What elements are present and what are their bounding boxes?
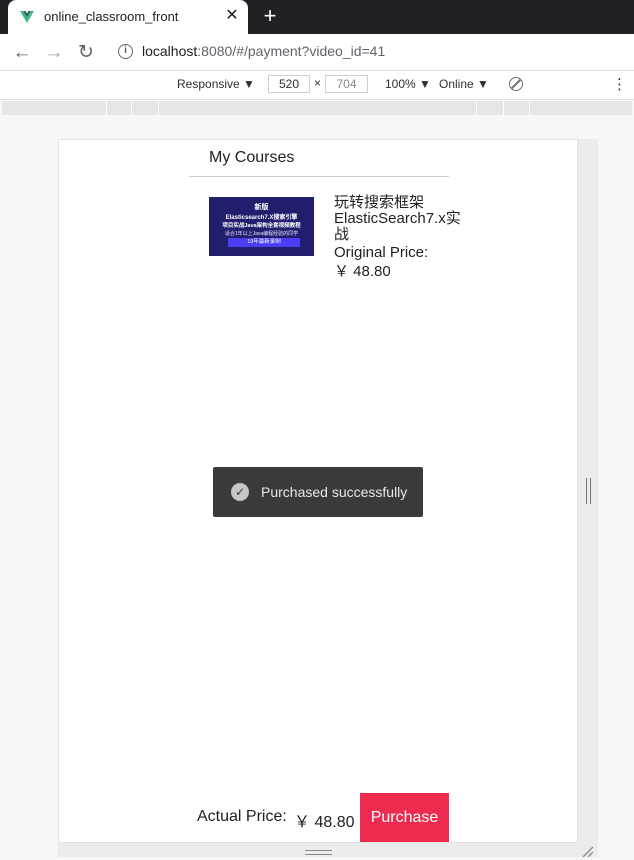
page-viewport: My Courses 新版 Elasticsearch7.X搜索引擎 项目实战J…: [58, 139, 578, 843]
new-tab-icon[interactable]: +: [258, 4, 282, 28]
toast-message: Purchased successfully: [261, 484, 408, 500]
device-select[interactable]: Responsive ▼: [177, 77, 255, 91]
device-toolbar: Responsive ▼ 520 × 704 100% ▼ Online ▼ ⋮: [0, 71, 634, 100]
height-resize-handle[interactable]: [305, 850, 332, 855]
course-title: 玩转搜索框架ElasticSearch7.x实战: [334, 194, 461, 243]
header-divider: [189, 176, 449, 177]
width-resize-handle[interactable]: [586, 478, 591, 504]
thumbnail-text-2: Elasticsearch7.X搜索引擎: [225, 215, 298, 221]
original-price-label: Original Price:: [334, 244, 429, 261]
tab-strip: online_classroom_front ✕ +: [0, 0, 634, 34]
rotate-icon[interactable]: [509, 77, 523, 91]
thumbnail-text-3: 项目实战Java架构全套视频教程: [222, 223, 301, 229]
thumbnail-text-1: 新版: [254, 204, 269, 211]
actual-price-label: Actual Price:: [197, 808, 287, 825]
success-toast: ✓ Purchased successfully: [213, 467, 423, 517]
browser-tab[interactable]: online_classroom_front ✕: [8, 0, 248, 34]
reload-icon[interactable]: ↻: [74, 42, 98, 64]
media-query-ruler[interactable]: [2, 101, 632, 115]
vue-logo-icon: [20, 11, 34, 23]
dimension-separator: ×: [314, 76, 322, 90]
original-price-value: ￥ 48.80: [334, 263, 391, 280]
purchase-button[interactable]: Purchase: [360, 793, 449, 842]
forward-icon[interactable]: →: [42, 42, 66, 64]
more-options-icon[interactable]: ⋮: [612, 76, 627, 94]
thumbnail-text-4: 适合1年以上Java编程经验的同学: [224, 231, 299, 237]
browser-toolbar: ← → ↻ i localhost:8080/#/payment?video_i…: [0, 34, 634, 71]
url-path: :8080/#/payment?video_id=41: [197, 43, 386, 59]
thumbnail-badge: 19年最新录制: [228, 238, 300, 247]
height-input[interactable]: 704: [325, 75, 368, 93]
corner-resize-icon[interactable]: [581, 845, 593, 857]
url-text: localhost:8080/#/payment?video_id=41: [142, 43, 385, 59]
checkout-bar: Actual Price: ￥ 48.80 Purchase: [187, 793, 449, 842]
tab-close-icon[interactable]: ✕: [222, 6, 242, 26]
site-info-icon[interactable]: i: [118, 44, 133, 59]
page-title: My Courses: [209, 149, 295, 166]
tab-title: online_classroom_front: [44, 9, 179, 24]
course-thumbnail[interactable]: 新版 Elasticsearch7.X搜索引擎 项目实战Java架构全套视频教程…: [209, 197, 314, 256]
address-bar[interactable]: i localhost:8080/#/payment?video_id=41: [110, 39, 630, 65]
zoom-select[interactable]: 100% ▼: [385, 77, 431, 91]
url-host: localhost: [142, 43, 198, 59]
width-input[interactable]: 520: [268, 75, 310, 93]
check-circle-icon: ✓: [231, 483, 249, 501]
actual-price-value: ￥ 48.80: [294, 814, 355, 831]
back-icon[interactable]: ←: [10, 42, 34, 64]
network-throttle-select[interactable]: Online ▼: [439, 77, 489, 91]
